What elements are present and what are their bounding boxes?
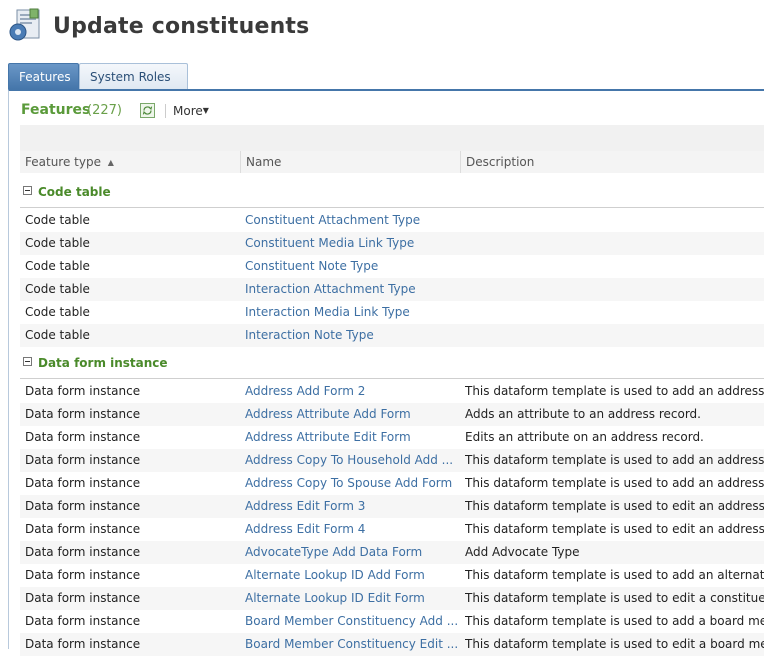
group-header: Data form instance bbox=[20, 349, 764, 379]
cell-description: This dataform template is used to edit a… bbox=[465, 637, 764, 651]
table-row[interactable]: Data form instance Alternate Lookup ID Ed… bbox=[20, 587, 764, 610]
cell-name-link[interactable]: Address Edit Form 3 bbox=[245, 495, 458, 518]
more-label: More bbox=[173, 104, 203, 118]
cell-description: This dataform template is used to add an… bbox=[465, 384, 764, 398]
collapse-icon[interactable] bbox=[23, 357, 32, 366]
cell-feature-type: Data form instance bbox=[25, 591, 141, 605]
cell-name-link[interactable]: Interaction Attachment Type bbox=[245, 278, 458, 301]
table-row[interactable]: Code table Interaction Media Link Type bbox=[20, 301, 764, 324]
cell-name-link[interactable]: Constituent Media Link Type bbox=[245, 232, 458, 255]
cell-name-link[interactable]: Constituent Attachment Type bbox=[245, 209, 458, 232]
cell-feature-type: Code table bbox=[25, 328, 90, 342]
cell-name-link[interactable]: Address Attribute Edit Form bbox=[245, 426, 458, 449]
toolbar-separator bbox=[165, 104, 166, 118]
cell-name-link[interactable]: Address Copy To Household Add ... bbox=[245, 449, 458, 472]
group-header: Code table bbox=[20, 178, 764, 208]
cell-feature-type: Data form instance bbox=[25, 407, 141, 421]
column-header-feature-type[interactable]: Feature type ▲ bbox=[20, 151, 240, 173]
cell-name-link[interactable]: Address Attribute Add Form bbox=[245, 403, 458, 426]
table-row[interactable]: Code table Interaction Note Type bbox=[20, 324, 764, 347]
constituent-update-icon bbox=[9, 8, 40, 41]
cell-name-link[interactable]: Board Member Constituency Add ... bbox=[245, 610, 458, 633]
tab-features[interactable]: Features bbox=[8, 63, 79, 89]
cell-description: This dataform template is used to edit a… bbox=[465, 591, 764, 605]
cell-description: This dataform template is used to edit a… bbox=[465, 499, 764, 513]
cell-feature-type: Data form instance bbox=[25, 522, 141, 536]
cell-name-link[interactable]: Address Copy To Spouse Add Form bbox=[245, 472, 458, 495]
table-row[interactable]: Code table Constituent Attachment Type bbox=[20, 209, 764, 232]
table-row[interactable]: Data form instance Board Member Constitue… bbox=[20, 610, 764, 633]
table-row[interactable]: Code table Constituent Media Link Type bbox=[20, 232, 764, 255]
cell-name-link[interactable]: Address Add Form 2 bbox=[245, 380, 458, 403]
cell-feature-type: Data form instance bbox=[25, 614, 141, 628]
table-row[interactable]: Data form instance Board Member Constitue… bbox=[20, 633, 764, 656]
cell-feature-type: Code table bbox=[25, 259, 90, 273]
cell-feature-type: Code table bbox=[25, 282, 90, 296]
table-row[interactable]: Data form instance Address Attribute Edit… bbox=[20, 426, 764, 449]
cell-name-link[interactable]: AdvocateType Add Data Form bbox=[245, 541, 458, 564]
column-header-name[interactable]: Name bbox=[240, 151, 460, 173]
table-row[interactable]: Data form instance AdvocateType Add Data … bbox=[20, 541, 764, 564]
sort-ascending-icon: ▲ bbox=[107, 158, 114, 167]
group-label: Data form instance bbox=[38, 356, 168, 370]
cell-description: This dataform template is used to edit a… bbox=[465, 522, 764, 536]
cell-feature-type: Code table bbox=[25, 305, 90, 319]
cell-description: This dataform template is used to add an… bbox=[465, 476, 764, 490]
cell-feature-type: Data form instance bbox=[25, 430, 141, 444]
filter-band bbox=[20, 125, 764, 151]
more-button[interactable]: More▼ bbox=[173, 104, 209, 118]
table-row[interactable]: Data form instance Alternate Lookup ID Ad… bbox=[20, 564, 764, 587]
refresh-icon[interactable] bbox=[140, 103, 155, 118]
table-row[interactable]: Data form instance Address Edit Form 3 Thi… bbox=[20, 495, 764, 518]
column-header-description[interactable]: Description bbox=[460, 151, 764, 173]
table-row[interactable]: Code table Interaction Attachment Type bbox=[20, 278, 764, 301]
cell-name-link[interactable]: Alternate Lookup ID Add Form bbox=[245, 564, 458, 587]
cell-feature-type: Data form instance bbox=[25, 499, 141, 513]
cell-feature-type: Data form instance bbox=[25, 384, 141, 398]
page-header: Update constituents bbox=[0, 0, 764, 60]
table-row[interactable]: Data form instance Address Copy To Househ… bbox=[20, 449, 764, 472]
cell-feature-type: Data form instance bbox=[25, 568, 141, 582]
cell-feature-type: Code table bbox=[25, 213, 90, 227]
cell-feature-type: Data form instance bbox=[25, 453, 141, 467]
group-label: Code table bbox=[38, 185, 111, 199]
column-header-label: Feature type bbox=[25, 155, 101, 169]
page-title: Update constituents bbox=[53, 14, 310, 39]
cell-description: This dataform template is used to add a … bbox=[465, 614, 764, 628]
table-row[interactable]: Data form instance Address Edit Form 4 Thi… bbox=[20, 518, 764, 541]
collapse-icon[interactable] bbox=[23, 186, 32, 195]
cell-description: Add Advocate Type bbox=[465, 545, 580, 559]
cell-feature-type: Data form instance bbox=[25, 545, 141, 559]
cell-description: This dataform template is used to add an… bbox=[465, 568, 764, 582]
table-row[interactable]: Data form instance Address Add Form 2 This… bbox=[20, 380, 764, 403]
cell-description: This dataform template is used to add an… bbox=[465, 453, 764, 467]
cell-name-link[interactable]: Constituent Note Type bbox=[245, 255, 458, 278]
cell-name-link[interactable]: Board Member Constituency Edit ... bbox=[245, 633, 458, 656]
section-title: Features bbox=[21, 102, 91, 118]
table-row[interactable]: Data form instance Address Attribute Add … bbox=[20, 403, 764, 426]
cell-name-link[interactable]: Address Edit Form 4 bbox=[245, 518, 458, 541]
cell-feature-type: Data form instance bbox=[25, 476, 141, 490]
cell-feature-type: Data form instance bbox=[25, 637, 141, 651]
feature-count: (227) bbox=[87, 103, 122, 118]
cell-feature-type: Code table bbox=[25, 236, 90, 250]
cell-description: Edits an attribute on an address record. bbox=[465, 430, 704, 444]
table-row[interactable]: Code table Constituent Note Type bbox=[20, 255, 764, 278]
cell-name-link[interactable]: Interaction Media Link Type bbox=[245, 301, 458, 324]
table-row[interactable]: Data form instance Address Copy To Spouse… bbox=[20, 472, 764, 495]
caret-down-icon: ▼ bbox=[202, 106, 209, 115]
cell-name-link[interactable]: Interaction Note Type bbox=[245, 324, 458, 347]
tab-system-roles[interactable]: System Roles bbox=[79, 63, 188, 89]
cell-name-link[interactable]: Alternate Lookup ID Edit Form bbox=[245, 587, 458, 610]
cell-description: Adds an attribute to an address record. bbox=[465, 407, 701, 421]
